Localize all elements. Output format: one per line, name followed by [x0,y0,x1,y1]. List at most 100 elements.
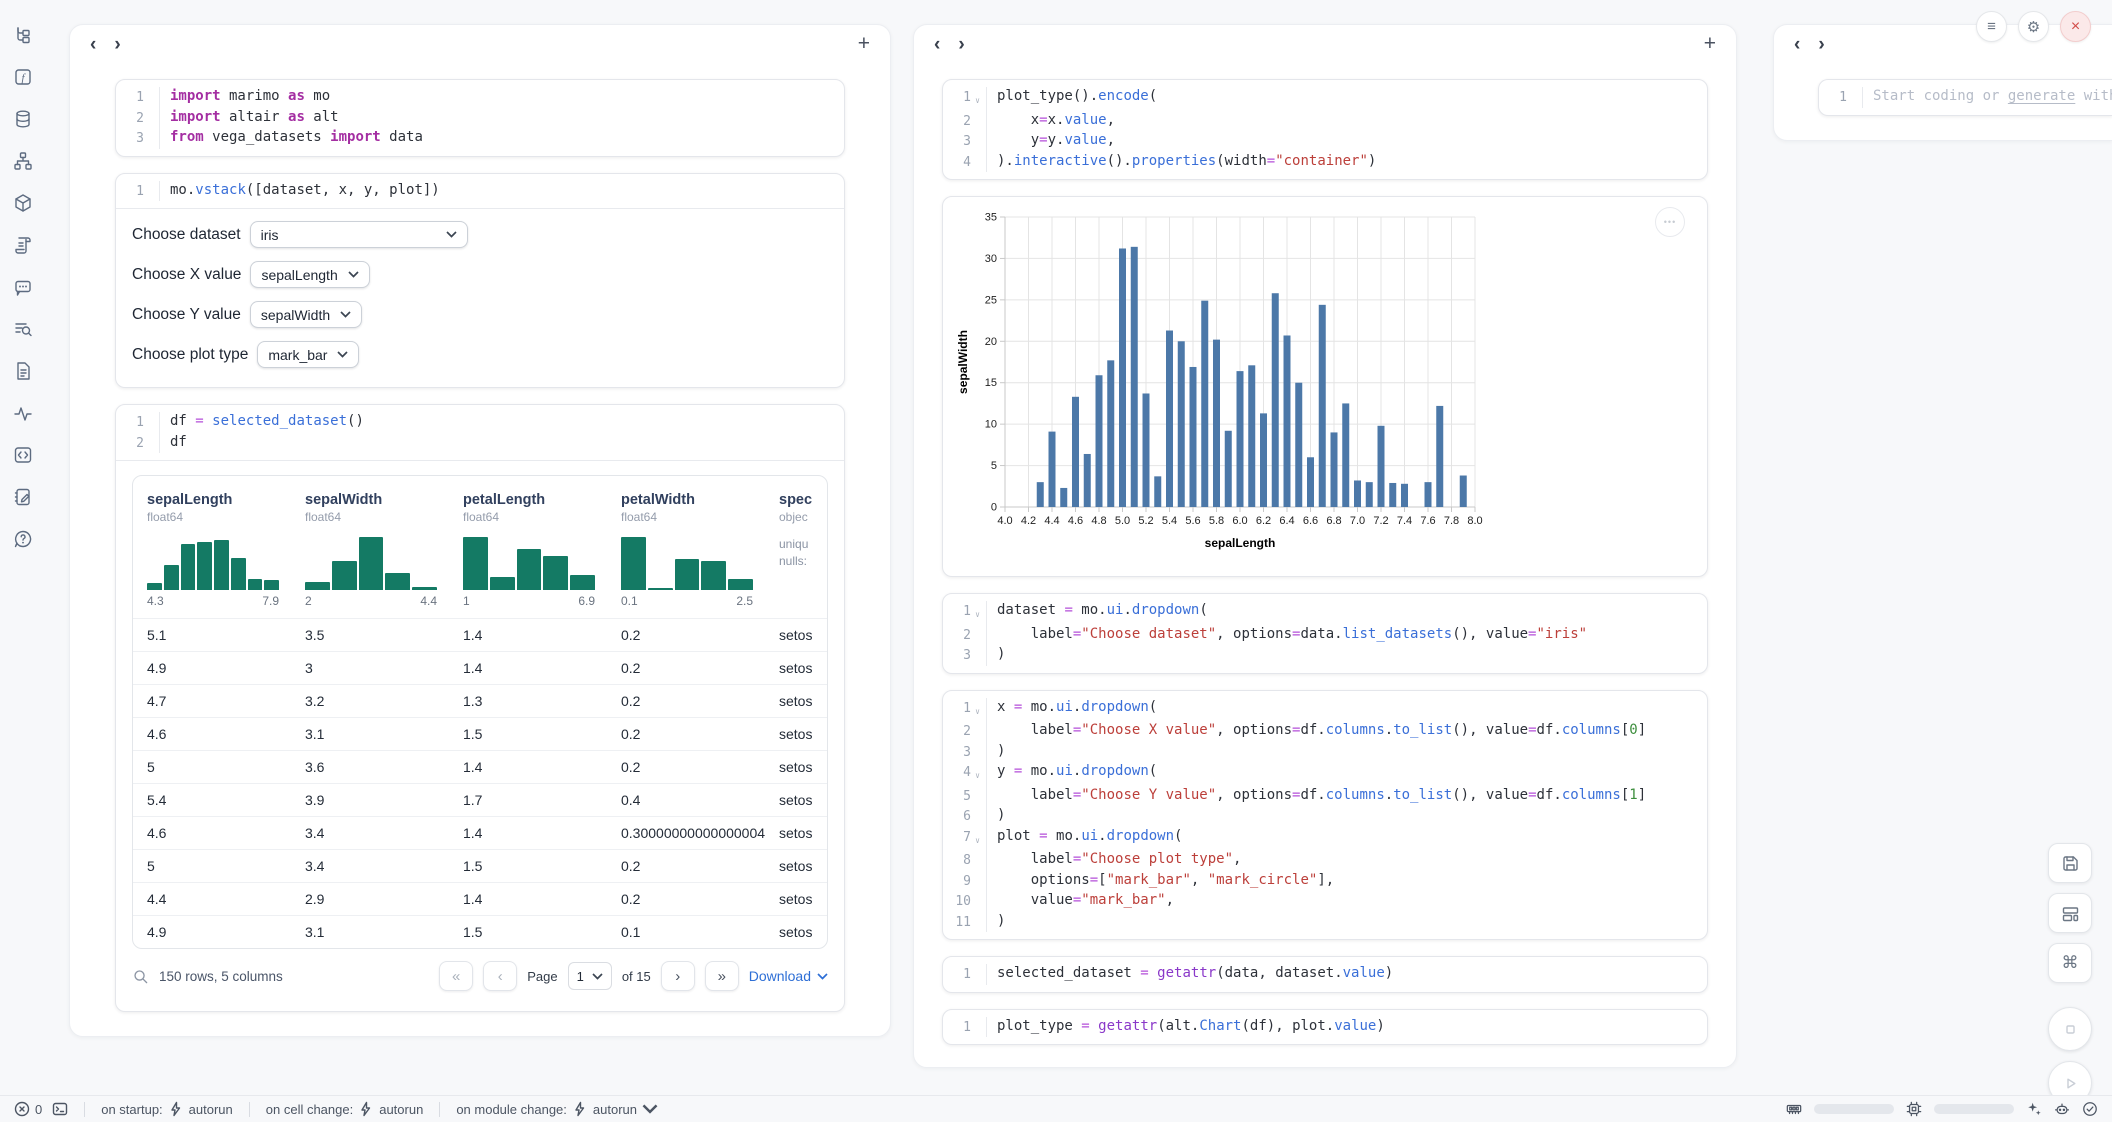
plot-type-select[interactable]: mark_bar [257,341,359,368]
column-move-right-button[interactable]: › [114,35,120,54]
search-icon[interactable] [132,968,149,985]
code-editor[interactable]: 1selected_dataset = getattr(data, datase… [943,957,1707,992]
code-cell-imports[interactable]: 1import marimo as mo2import altair as al… [115,79,845,157]
y-value-select[interactable]: sepalWidth [250,301,362,328]
layout-button[interactable] [2048,893,2092,933]
download-button[interactable]: Download [749,968,828,984]
code-line[interactable]: 1df = selected_dataset() [116,412,844,433]
documentation-icon[interactable] [10,358,36,384]
table-column-header[interactable]: petalLengthfloat6416.9 [463,492,621,618]
generate-link[interactable]: generate [2008,88,2075,104]
tracing-icon[interactable] [10,400,36,426]
column-move-right-button[interactable]: › [1818,35,1824,54]
add-cell-button[interactable]: + [858,32,870,56]
code-line[interactable]: 2 label="Choose X value", options=df.col… [943,721,1707,742]
code-editor[interactable]: 1∨x = mo.ui.dropdown(2 label="Choose X v… [943,691,1707,940]
database-icon[interactable] [10,106,36,132]
code-line[interactable]: 1∨x = mo.ui.dropdown( [943,698,1707,722]
table-column-header[interactable]: sepalLengthfloat644.37.9 [147,492,305,618]
code-line[interactable]: 7∨plot = mo.ui.dropdown( [943,827,1707,851]
functions-icon[interactable]: f [10,64,36,90]
code-line[interactable]: 1plot_type = getattr(alt.Chart(df), plot… [943,1017,1707,1038]
code-line[interactable]: 1import marimo as mo [116,87,844,108]
code-line[interactable]: 2 label="Choose dataset", options=data.l… [943,625,1707,646]
last-page-button[interactable]: » [705,961,739,991]
code-editor[interactable]: 1∨dataset = mo.ui.dropdown(2 label="Choo… [943,594,1707,673]
code-line[interactable]: 8 label="Choose plot type", [943,850,1707,871]
code-cell-plot-type[interactable]: 1plot_type = getattr(alt.Chart(df), plot… [942,1009,1708,1046]
chart-menu-button[interactable]: ••• [1655,207,1685,237]
code-line[interactable]: 1selected_dataset = getattr(data, datase… [943,964,1707,985]
code-line[interactable]: 1∨plot_type().encode( [943,87,1707,111]
code-line[interactable]: 2 x=x.value, [943,111,1707,132]
logs-icon[interactable] [10,232,36,258]
terminal-button[interactable] [52,1101,68,1117]
code-line[interactable]: 4∨y = mo.ui.dropdown( [943,762,1707,786]
dependency-graph-icon[interactable] [10,148,36,174]
stop-button[interactable] [2048,1007,2092,1051]
settings-button[interactable]: ⚙ [2018,11,2049,42]
keyboard-shortcuts-button[interactable]: ⌘ [2048,943,2092,983]
column-move-left-button[interactable]: ‹ [934,35,940,54]
errors-indicator[interactable]: 0 [14,1101,42,1117]
on-module-change-setting[interactable]: on module change: autorun [456,1101,658,1117]
shutdown-button[interactable]: × [2060,11,2091,42]
ai-sparkles-button[interactable] [2026,1101,2042,1117]
packages-icon[interactable] [10,190,36,216]
save-button[interactable] [2048,843,2092,883]
code-line[interactable]: 3) [943,742,1707,763]
code-editor[interactable]: 1plot_type = getattr(alt.Chart(df), plot… [943,1010,1707,1045]
code-line[interactable]: 2import altair as alt [116,108,844,129]
notebook-edit-icon[interactable] [10,484,36,510]
code-line[interactable]: 4).interactive().properties(width="conta… [943,152,1707,173]
page-select[interactable]: 1 [568,962,612,990]
previous-page-button[interactable]: ‹ [483,961,517,991]
code-cell-xy-plot-dropdowns[interactable]: 1∨x = mo.ui.dropdown(2 label="Choose X v… [942,690,1708,941]
help-icon[interactable] [10,526,36,552]
code-line[interactable]: 11) [943,912,1707,933]
table-column-header[interactable]: sepalWidthfloat6424.4 [305,492,463,618]
svg-text:f: f [21,72,26,84]
code-line[interactable]: 3 y=y.value, [943,131,1707,152]
table-column-header[interactable]: specobjecuniqunulls: [779,492,827,618]
code-placeholder[interactable]: Start coding or generate with [1862,87,2112,108]
next-page-button[interactable]: › [661,961,695,991]
code-line[interactable]: 3from vega_datasets import data [116,128,844,149]
add-cell-button[interactable]: + [1704,32,1716,56]
code-cell-encode[interactable]: 1∨plot_type().encode(2 x=x.value,3 y=y.v… [942,79,1708,180]
on-startup-setting[interactable]: on startup: autorun [101,1101,233,1117]
code-line[interactable]: 2df [116,433,844,454]
code-line[interactable]: 6) [943,806,1707,827]
bar-chart[interactable]: 4.04.24.44.64.85.05.25.45.65.86.06.26.46… [953,205,1513,563]
code-line[interactable]: 1∨dataset = mo.ui.dropdown( [943,601,1707,625]
code-cell-df[interactable]: 1df = selected_dataset()2df sepalLengthf… [115,404,845,1012]
on-cell-change-setting[interactable]: on cell change: autorun [266,1101,424,1117]
connection-status-button[interactable] [2082,1101,2098,1117]
code-editor[interactable]: 1∨plot_type().encode(2 x=x.value,3 y=y.v… [943,80,1707,179]
code-cell-selected-dataset[interactable]: 1selected_dataset = getattr(data, datase… [942,956,1708,993]
code-cell-vstack[interactable]: 1mo.vstack([dataset, x, y, plot]) Choose… [115,173,845,389]
code-line[interactable]: 9 options=["mark_bar", "mark_circle"], [943,871,1707,892]
code-editor[interactable]: 1df = selected_dataset()2df [116,405,844,460]
code-line[interactable]: 3) [943,645,1707,666]
code-line[interactable]: 10 value="mark_bar", [943,891,1707,912]
empty-code-cell[interactable]: 1 Start coding or generate with [1818,79,2112,116]
column-move-left-button[interactable]: ‹ [90,35,96,54]
first-page-button[interactable]: « [439,961,473,991]
scratchpad-icon[interactable] [10,316,36,342]
dataset-select[interactable]: iris [250,221,468,248]
column-move-left-button[interactable]: ‹ [1794,35,1800,54]
code-editor[interactable]: 1import marimo as mo2import altair as al… [116,80,844,156]
code-cell-dataset-dropdown[interactable]: 1∨dataset = mo.ui.dropdown(2 label="Choo… [942,593,1708,674]
assistant-button[interactable] [2054,1101,2070,1117]
column-move-right-button[interactable]: › [958,35,964,54]
chat-icon[interactable] [10,274,36,300]
code-editor[interactable]: 1mo.vstack([dataset, x, y, plot]) [116,174,844,209]
code-line[interactable]: 5 label="Choose Y value", options=df.col… [943,786,1707,807]
table-column-header[interactable]: petalWidthfloat640.12.5 [621,492,779,618]
code-line[interactable]: 1mo.vstack([dataset, x, y, plot]) [116,181,844,202]
file-tree-icon[interactable] [10,22,36,48]
x-value-select[interactable]: sepalLength [250,261,369,288]
menu-button[interactable]: ≡ [1976,11,2007,42]
snippets-icon[interactable] [10,442,36,468]
